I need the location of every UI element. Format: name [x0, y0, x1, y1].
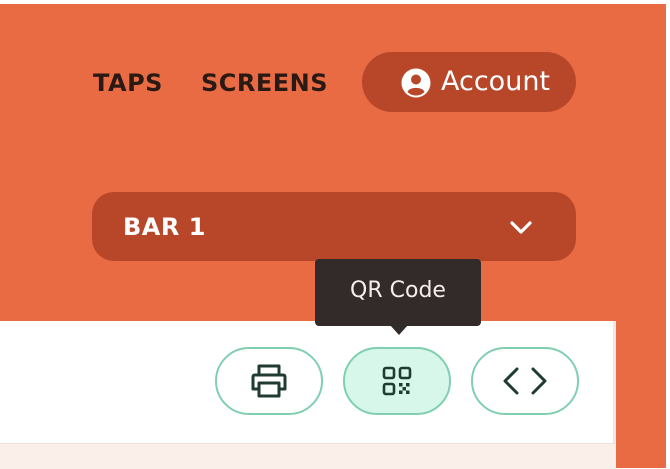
tooltip-arrow	[390, 325, 408, 335]
window-right-edge	[666, 0, 670, 468]
embed-code-button[interactable]	[471, 347, 579, 415]
location-select-value: BAR 1	[123, 213, 206, 241]
qr-code-tooltip: QR Code	[315, 259, 481, 326]
user-circle-icon	[401, 68, 431, 98]
account-label: Account	[441, 66, 551, 97]
chevron-down-icon	[508, 214, 534, 240]
panel-bottom-strip	[0, 443, 616, 469]
location-select[interactable]: BAR 1	[92, 192, 576, 261]
account-button[interactable]: Account	[362, 52, 576, 112]
tooltip-text: QR Code	[350, 278, 446, 303]
nav-link-taps[interactable]: TAPS	[93, 66, 163, 100]
qr-code-button[interactable]	[343, 347, 451, 415]
nav-link-screens[interactable]: SCREENS	[201, 66, 328, 100]
print-button[interactable]	[215, 347, 323, 415]
